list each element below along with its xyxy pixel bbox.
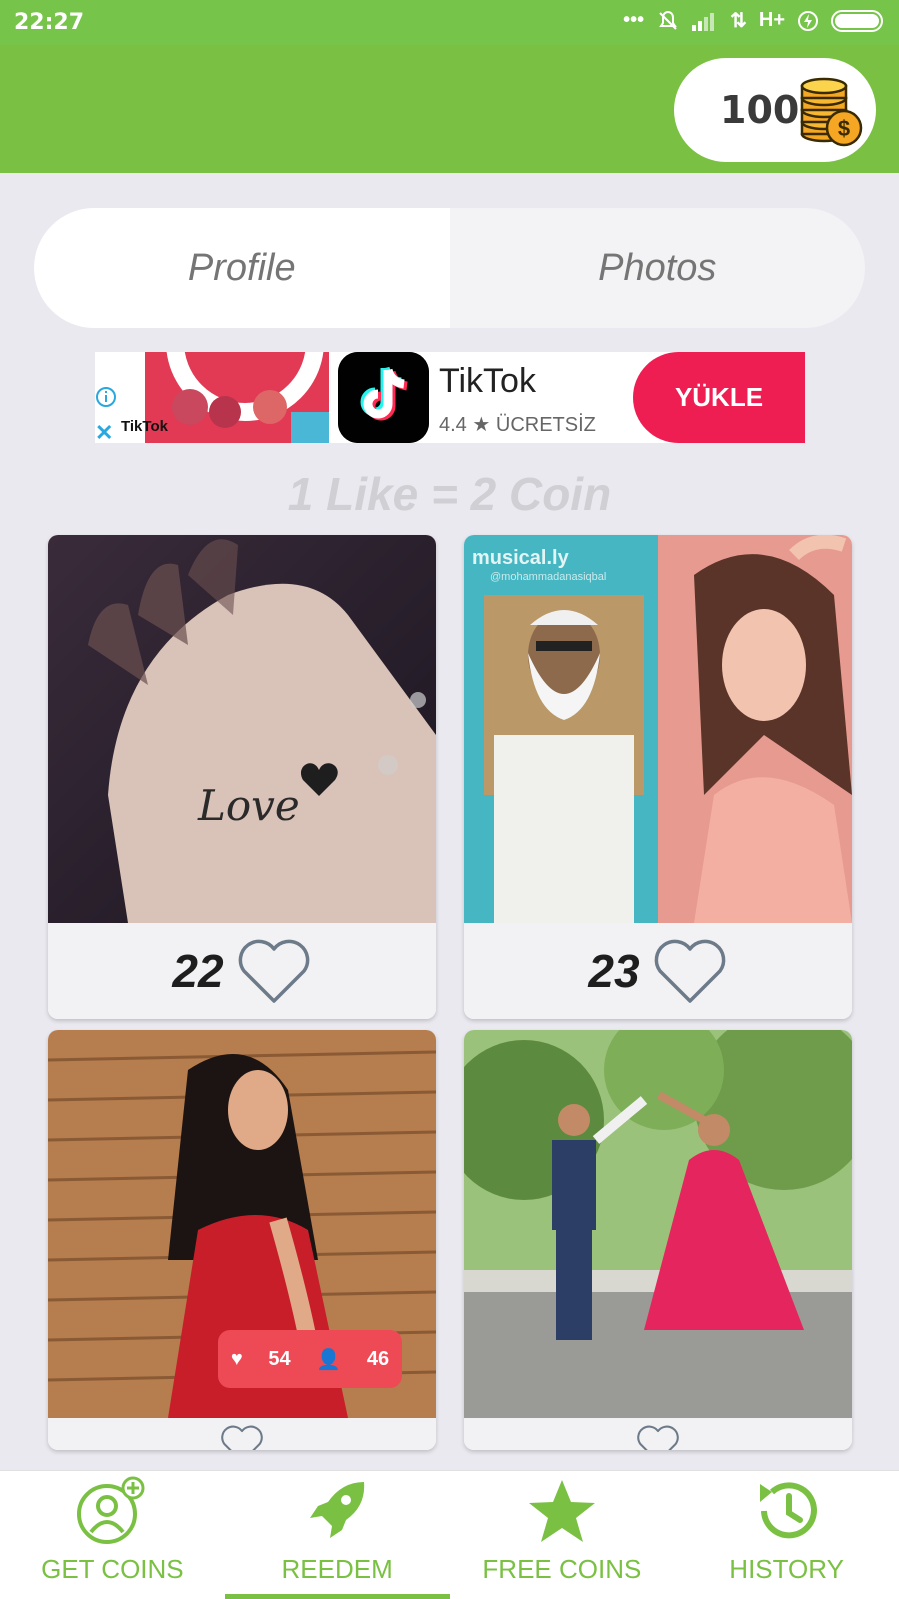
app-header: 100 $: [0, 45, 899, 173]
heart-icon[interactable]: [236, 937, 312, 1005]
ad-price: ÜCRETSİZ: [495, 414, 596, 436]
ad-install-button[interactable]: YÜKLE: [633, 352, 805, 443]
nav-label: REEDEM: [281, 1554, 393, 1584]
status-bar: 22:27 ••• ⇅ H+: [0, 0, 899, 45]
photo-card-footer: 23: [464, 923, 852, 1019]
photo-image[interactable]: ♥ 54 👤 46: [48, 1030, 436, 1418]
heart-icon[interactable]: [620, 1424, 696, 1450]
photo-card[interactable]: ♥ 54 👤 46: [48, 1030, 436, 1450]
network-type: H+: [758, 9, 785, 31]
photo-image[interactable]: Love: [48, 535, 436, 923]
photo-card[interactable]: Love 22: [48, 535, 436, 1019]
mute-bell-icon: [659, 10, 677, 30]
nav-history[interactable]: HISTORY: [674, 1471, 899, 1599]
ad-close-icon[interactable]: ✕: [95, 420, 113, 443]
overlay-likes: 54: [268, 1347, 291, 1370]
charging-icon: [798, 10, 818, 31]
photo-image[interactable]: musical.ly @mohammadanasiqbal: [464, 535, 852, 923]
ad-app-meta: 4.4 ★ ÜCRETSİZ: [439, 412, 596, 437]
ad-app-name: TikTok: [439, 362, 536, 400]
nav-free-coins[interactable]: FREE COINS: [450, 1471, 675, 1599]
ad-banner[interactable]: ✕ TikTok TikTok 4.4 ★ ÜCRETSİZ YÜKLE: [95, 352, 805, 443]
nav-label: FREE COINS: [482, 1554, 642, 1584]
heart-icon[interactable]: [652, 937, 728, 1005]
more-dots-icon: •••: [623, 9, 645, 31]
coin-balance: 100: [720, 88, 800, 132]
svg-text:$: $: [838, 116, 850, 141]
user-add-icon: [77, 1476, 145, 1544]
like-count: 23: [588, 945, 640, 997]
ad-info-icon[interactable]: [95, 386, 117, 408]
photo-card-footer: [48, 1418, 436, 1450]
photo-card-footer: 22: [48, 923, 436, 1019]
nav-get-coins[interactable]: GET COINS: [0, 1471, 225, 1599]
like-count: 22: [172, 945, 224, 997]
nav-label: HISTORY: [729, 1554, 844, 1584]
likes-followers-badge: ♥ 54 👤 46: [218, 1330, 402, 1388]
ad-rating: 4.4: [439, 414, 467, 436]
bottom-navigation: GET COINS REEDEM FREE COINS HISTORY: [0, 1470, 899, 1599]
battery-icon: [831, 9, 883, 32]
photo-card[interactable]: [464, 1030, 852, 1450]
status-icons: ••• ⇅ H+: [623, 8, 883, 33]
svg-text:Love: Love: [197, 781, 300, 830]
signal-icon: [692, 12, 715, 31]
tiktok-app-icon[interactable]: [338, 352, 429, 443]
musically-watermark: musical.ly: [472, 547, 569, 569]
photo-card-footer: [464, 1418, 852, 1450]
ad-thumb-text: TikTok: [121, 418, 168, 435]
coin-stack-icon: $: [800, 77, 863, 147]
coin-balance-pill[interactable]: 100 $: [674, 58, 876, 162]
heart-icon[interactable]: [204, 1424, 280, 1450]
ad-thumbnail[interactable]: ✕ TikTok: [95, 352, 329, 443]
photo-card[interactable]: musical.ly @mohammadanasiqbal 23: [464, 535, 852, 1019]
person-icon: 👤: [316, 1348, 342, 1371]
nav-label: GET COINS: [41, 1554, 184, 1584]
status-time: 22:27: [14, 10, 85, 35]
data-arrows-icon: ⇅: [730, 10, 747, 32]
tab-profile[interactable]: Profile: [34, 208, 450, 328]
tab-bar: Profile Photos: [34, 208, 865, 328]
heart-filled-icon: ♥: [230, 1347, 243, 1370]
nav-reedem[interactable]: REEDEM: [224, 1471, 450, 1599]
history-icon: [759, 1482, 817, 1539]
photo-image[interactable]: [464, 1030, 852, 1418]
musically-handle: @mohammadanasiqbal: [490, 571, 607, 583]
star-icon: ★: [472, 414, 491, 436]
star-icon: [528, 1480, 595, 1542]
like-coin-rate: 1 Like = 2 Coin: [287, 468, 612, 520]
overlay-followers: 46: [366, 1347, 390, 1370]
rocket-icon: [310, 1482, 365, 1538]
tab-photos[interactable]: Photos: [449, 208, 865, 328]
